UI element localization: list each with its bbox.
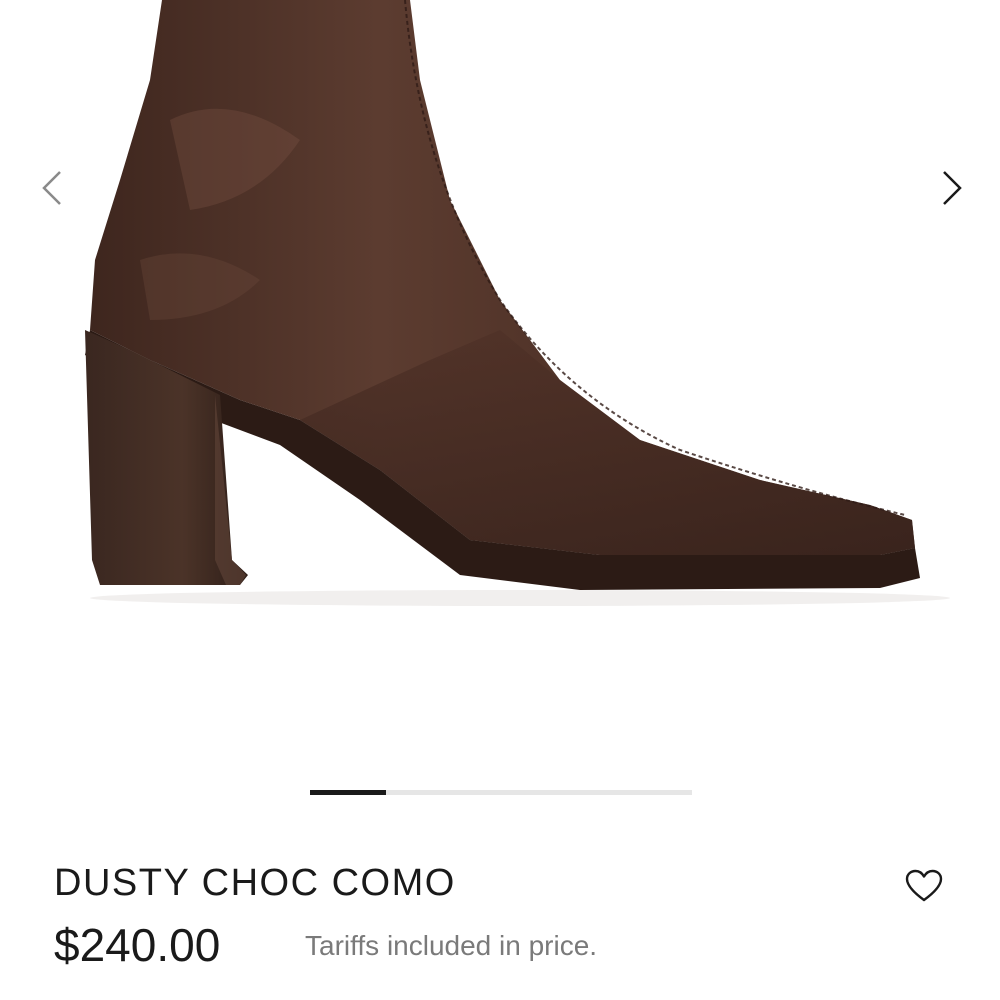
product-image (85, 0, 950, 606)
previous-image-button[interactable] (30, 158, 74, 218)
product-price: $240.00 (54, 919, 221, 971)
chevron-right-icon (943, 171, 962, 205)
heart-icon (905, 869, 943, 902)
chevron-left-icon (42, 171, 61, 205)
product-title: DUSTY CHOC COMO (54, 862, 456, 904)
gallery-progress-bar[interactable] (310, 790, 692, 795)
wishlist-button[interactable] (902, 864, 946, 908)
gallery-progress-indicator (310, 790, 387, 795)
next-image-button[interactable] (930, 158, 974, 218)
product-page: DUSTY CHOC COMO $240.00 Tariffs included… (0, 0, 1000, 1000)
product-gallery[interactable] (0, 0, 1000, 760)
tariff-note: Tariffs included in price. (305, 930, 598, 961)
